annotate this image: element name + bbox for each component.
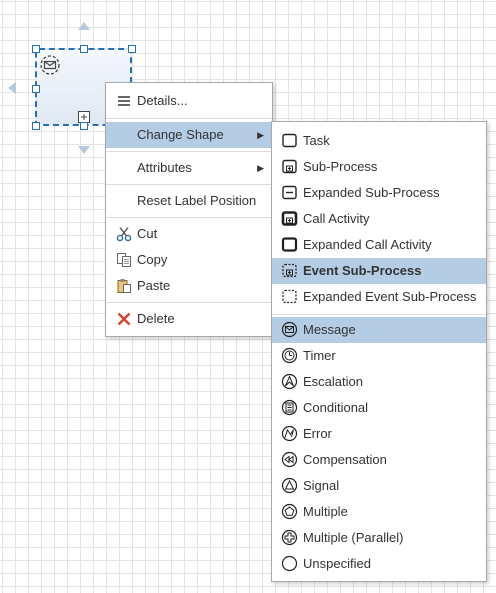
- menu-separator: [272, 314, 486, 315]
- menu-separator: [106, 151, 272, 152]
- paste-icon: [117, 279, 131, 293]
- resize-handle-s[interactable]: [80, 122, 88, 130]
- resize-handle-ne[interactable]: [128, 45, 136, 53]
- menu-separator: [106, 302, 272, 303]
- menu-item-cut[interactable]: Cut: [106, 221, 272, 247]
- message-icon: [281, 321, 298, 338]
- move-down-arrow-icon[interactable]: [78, 146, 90, 154]
- menu-separator: [106, 118, 272, 119]
- shape-option-timer[interactable]: Timer: [272, 343, 486, 369]
- expanded-sub-process-icon: [282, 185, 297, 200]
- sub-process-icon: [282, 159, 297, 174]
- move-left-arrow-icon[interactable]: [8, 82, 16, 94]
- shape-option-event-sub-process[interactable]: Event Sub-Process: [272, 258, 486, 284]
- menu-item-details[interactable]: Details...: [106, 88, 272, 114]
- shape-option-compensation[interactable]: Compensation: [272, 447, 486, 473]
- details-icon: [118, 96, 130, 106]
- unspecified-icon: [281, 555, 298, 572]
- submenu-arrow-icon: ▶: [257, 163, 264, 173]
- expanded-call-activity-icon: [281, 237, 298, 252]
- shape-option-error[interactable]: Error: [272, 421, 486, 447]
- shape-option-message[interactable]: Message: [272, 317, 486, 343]
- timer-icon: [281, 347, 298, 364]
- resize-handle-w[interactable]: [32, 85, 40, 93]
- event-sub-process-icon: [282, 263, 297, 278]
- compensation-icon: [281, 451, 298, 468]
- multiple-icon: [281, 503, 298, 520]
- menu-item-delete[interactable]: Delete: [106, 306, 272, 332]
- signal-icon: [281, 477, 298, 494]
- shape-option-sub-process[interactable]: Sub-Process: [272, 154, 486, 180]
- shape-option-expanded-sub-process[interactable]: Expanded Sub-Process: [272, 180, 486, 206]
- menu-item-reset-label-position[interactable]: Reset Label Position: [106, 188, 272, 214]
- shape-option-expanded-call-activity[interactable]: Expanded Call Activity: [272, 232, 486, 258]
- move-up-arrow-icon[interactable]: [78, 22, 90, 30]
- change-shape-submenu: Task Sub-Process Expanded Sub-Process Ca…: [271, 121, 487, 582]
- call-activity-icon: [281, 211, 298, 226]
- error-icon: [281, 425, 298, 442]
- shape-option-multiple-parallel[interactable]: Multiple (Parallel): [272, 525, 486, 551]
- conditional-icon: [281, 399, 298, 416]
- menu-item-copy[interactable]: Copy: [106, 247, 272, 273]
- expanded-event-sub-process-icon: [282, 289, 297, 304]
- shape-option-call-activity[interactable]: Call Activity: [272, 206, 486, 232]
- shape-option-expanded-event-sub-process[interactable]: Expanded Event Sub-Process: [272, 284, 486, 310]
- resize-handle-n[interactable]: [80, 45, 88, 53]
- multiple-parallel-icon: [281, 529, 298, 546]
- context-menu: Details... Change Shape ▶ Attributes ▶ R…: [105, 82, 273, 337]
- escalation-icon: [281, 373, 298, 390]
- menu-item-paste[interactable]: Paste: [106, 273, 272, 299]
- shape-option-task[interactable]: Task: [272, 128, 486, 154]
- task-icon: [282, 133, 297, 148]
- resize-handle-sw[interactable]: [32, 122, 40, 130]
- copy-icon: [117, 253, 131, 267]
- shape-option-signal[interactable]: Signal: [272, 473, 486, 499]
- menu-item-attributes[interactable]: Attributes ▶: [106, 155, 272, 181]
- resize-handle-nw[interactable]: [32, 45, 40, 53]
- shape-option-unspecified[interactable]: Unspecified: [272, 551, 486, 577]
- menu-separator: [106, 217, 272, 218]
- shape-option-conditional[interactable]: Conditional: [272, 395, 486, 421]
- scissors-icon: [116, 227, 132, 242]
- shape-option-escalation[interactable]: Escalation: [272, 369, 486, 395]
- delete-x-icon: [117, 312, 131, 326]
- message-start-event-icon: [40, 55, 60, 75]
- menu-separator: [106, 184, 272, 185]
- shape-option-multiple[interactable]: Multiple: [272, 499, 486, 525]
- submenu-arrow-icon: ▶: [257, 130, 264, 140]
- menu-item-change-shape[interactable]: Change Shape ▶: [106, 122, 272, 148]
